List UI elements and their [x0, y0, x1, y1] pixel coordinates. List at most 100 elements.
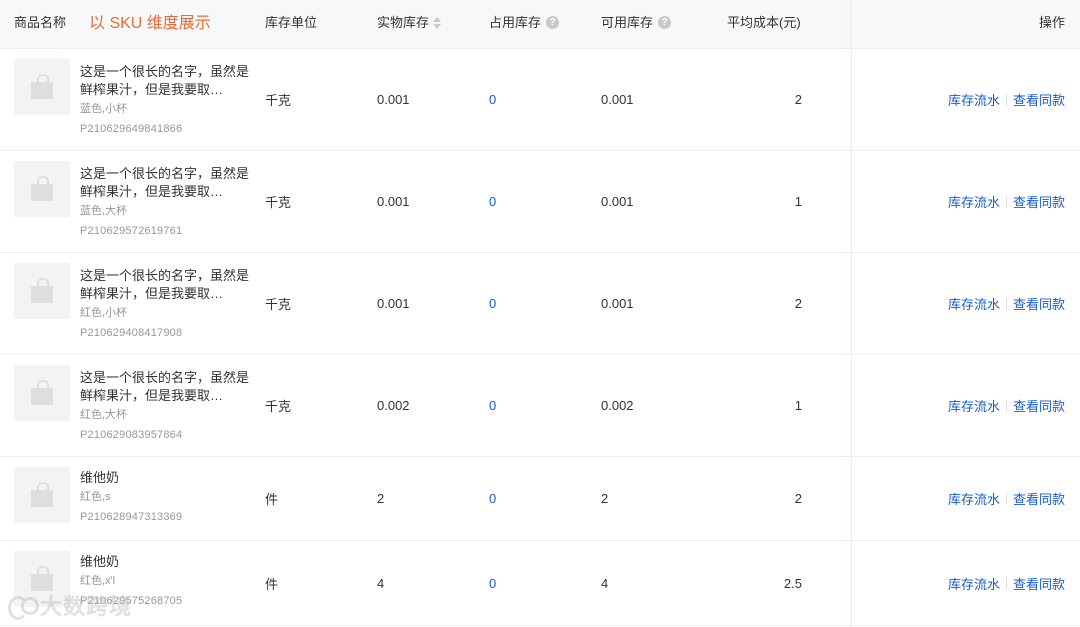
col-physical-stock-label: 实物库存 [377, 15, 430, 30]
physical-stock-cell: 0.002 [377, 398, 410, 413]
occupied-stock-link[interactable]: 0 [489, 49, 496, 150]
help-circle-icon[interactable]: ? [546, 16, 560, 30]
shopping-bag-icon [31, 380, 53, 405]
available-stock-cell: 4 [601, 575, 609, 591]
product-name: 这是一个很长的名字，虽然是鲜榨果汁，但是我要取… [80, 370, 250, 403]
col-occupied-stock-label: 占用库存 [489, 15, 542, 30]
shopping-bag-icon [31, 278, 53, 303]
sort-caret-icon[interactable] [433, 16, 442, 29]
product-info: 这是一个很长的名字，虽然是鲜榨果汁，但是我要取… 蓝色,小杯 P21062964… [80, 63, 250, 139]
watermark-logo-icon [8, 592, 39, 620]
product-spec: 红色,x'l [80, 575, 116, 587]
product-spec: 红色,小杯 [80, 307, 128, 319]
product-thumbnail[interactable] [14, 467, 70, 523]
unit-cell: 件 [265, 492, 279, 507]
stock-flow-link[interactable]: 库存流水 [948, 574, 1000, 593]
table-row: 这是一个很长的名字，虽然是鲜榨果汁，但是我要取… 红色,小杯 P21062940… [0, 253, 1080, 355]
fixed-column-divider [851, 0, 852, 627]
occupied-stock-link[interactable]: 0 [489, 355, 496, 456]
avg-cost-cell: 2.5 [783, 575, 802, 591]
product-info: 这是一个很长的名字，虽然是鲜榨果汁，但是我要取… 红色,大杯 P21062908… [80, 369, 250, 445]
col-avg-cost: 平均成本(元) [727, 15, 801, 30]
product-thumbnail[interactable] [14, 263, 70, 319]
product-code: P210629083957864 [80, 429, 183, 441]
table-header: 商品名称 以 SKU 维度展示 库存单位 实物库存 占用库存? 可用库存? 平均… [0, 0, 1080, 49]
physical-stock-cell: 0.001 [377, 194, 410, 209]
product-thumbnail[interactable] [14, 59, 70, 115]
view-same-style-link[interactable]: 查看同款 [1013, 90, 1065, 109]
physical-stock-cell: 2 [377, 491, 385, 506]
unit-cell: 千克 [265, 93, 292, 108]
sku-dimension-note: 以 SKU 维度展示 [89, 15, 211, 32]
table-row: 这是一个很长的名字，虽然是鲜榨果汁，但是我要取… 蓝色,大杯 P21062957… [0, 151, 1080, 253]
product-code: P210629649841866 [80, 123, 183, 135]
help-circle-icon[interactable]: ? [658, 16, 672, 30]
row-actions: 库存流水 查看同款 [948, 253, 1065, 354]
col-available-stock-label: 可用库存 [601, 15, 654, 30]
shopping-bag-icon [31, 176, 53, 201]
unit-cell: 千克 [265, 297, 292, 312]
physical-stock-cell: 0.001 [377, 296, 410, 311]
action-divider [1005, 399, 1007, 412]
view-same-style-link[interactable]: 查看同款 [1013, 396, 1065, 415]
avg-cost-cell: 1 [794, 194, 802, 209]
product-code: P210629408417908 [80, 327, 183, 339]
unit-cell: 千克 [265, 399, 292, 414]
action-divider [1005, 492, 1007, 505]
col-available-stock: 可用库存? [601, 0, 672, 48]
product-info: 这是一个很长的名字，虽然是鲜榨果汁，但是我要取… 蓝色,大杯 P21062957… [80, 165, 250, 241]
stock-flow-link[interactable]: 库存流水 [948, 192, 1000, 211]
view-same-style-link[interactable]: 查看同款 [1013, 192, 1065, 211]
watermark: 大数跨境 [8, 592, 133, 620]
action-divider [1005, 297, 1007, 310]
watermark-text: 大数跨境 [40, 594, 133, 619]
row-actions: 库存流水 查看同款 [948, 541, 1065, 625]
row-actions: 库存流水 查看同款 [948, 355, 1065, 456]
stock-flow-link[interactable]: 库存流水 [948, 396, 1000, 415]
available-stock-cell: 0.002 [601, 398, 634, 413]
table-row: 维他奶 红色,s P210628947313369 件 2 0 2 2 库存流水… [0, 457, 1080, 541]
product-thumbnail[interactable] [14, 161, 70, 217]
product-code: P210628947313369 [80, 511, 183, 523]
stock-flow-link[interactable]: 库存流水 [948, 90, 1000, 109]
occupied-stock-link[interactable]: 0 [489, 457, 496, 540]
stock-flow-link[interactable]: 库存流水 [948, 294, 1000, 313]
col-physical-stock[interactable]: 实物库存 [377, 0, 442, 48]
physical-stock-cell: 4 [377, 575, 385, 591]
shopping-bag-icon [31, 566, 53, 591]
product-name: 维他奶 [80, 554, 120, 569]
table-row: 这是一个很长的名字，虽然是鲜榨果汁，但是我要取… 蓝色,小杯 P21062964… [0, 49, 1080, 151]
available-stock-cell: 0.001 [601, 194, 634, 209]
unit-cell: 件 [265, 576, 279, 592]
stock-flow-link[interactable]: 库存流水 [948, 489, 1000, 508]
product-spec: 红色,s [80, 491, 111, 503]
avg-cost-cell: 2 [794, 92, 802, 107]
col-actions: 操作 [1038, 15, 1065, 30]
occupied-stock-link[interactable]: 0 [489, 253, 496, 354]
physical-stock-cell: 0.001 [377, 92, 410, 107]
product-spec: 蓝色,小杯 [80, 103, 128, 115]
shopping-bag-icon [31, 482, 53, 507]
table-row: 这是一个很长的名字，虽然是鲜榨果汁，但是我要取… 红色,大杯 P21062908… [0, 355, 1080, 457]
view-same-style-link[interactable]: 查看同款 [1013, 574, 1065, 593]
view-same-style-link[interactable]: 查看同款 [1013, 294, 1065, 313]
table-row: 维他奶 红色,x'l P210629575268705 件 4 0 4 2.5 … [0, 541, 1080, 626]
product-name: 维他奶 [80, 470, 120, 485]
row-actions: 库存流水 查看同款 [948, 457, 1065, 540]
product-thumbnail[interactable] [14, 365, 70, 421]
occupied-stock-link[interactable]: 0 [489, 541, 496, 625]
product-spec: 蓝色,大杯 [80, 205, 128, 217]
row-actions: 库存流水 查看同款 [948, 49, 1065, 150]
view-same-style-link[interactable]: 查看同款 [1013, 489, 1065, 508]
col-occupied-stock: 占用库存? [489, 0, 560, 48]
col-unit: 库存单位 [265, 15, 318, 30]
avg-cost-cell: 1 [794, 398, 802, 413]
avg-cost-cell: 2 [794, 296, 802, 311]
product-name: 这是一个很长的名字，虽然是鲜榨果汁，但是我要取… [80, 268, 250, 301]
product-code: P210629572619761 [80, 225, 183, 237]
available-stock-cell: 0.001 [601, 92, 634, 107]
product-name: 这是一个很长的名字，虽然是鲜榨果汁，但是我要取… [80, 64, 250, 97]
occupied-stock-link[interactable]: 0 [489, 151, 496, 252]
action-divider [1005, 93, 1007, 106]
inventory-table: 商品名称 以 SKU 维度展示 库存单位 实物库存 占用库存? 可用库存? 平均… [0, 0, 1080, 627]
